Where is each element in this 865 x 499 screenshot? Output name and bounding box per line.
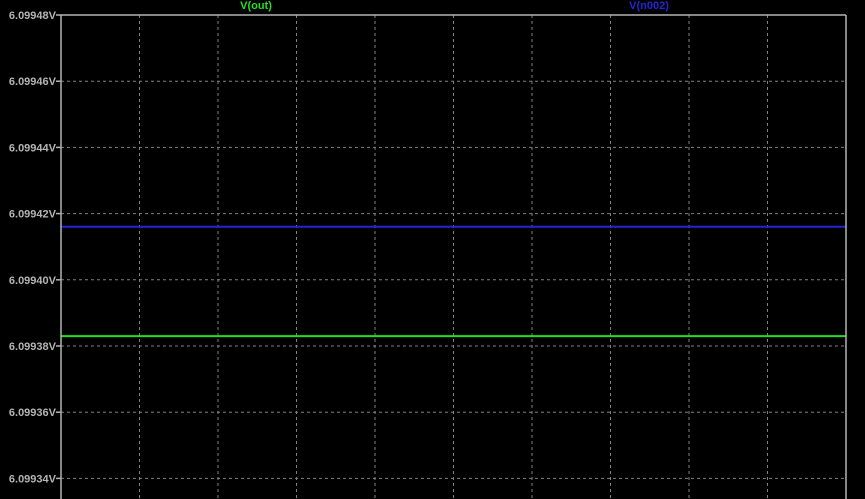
y-tick-label: 6.09942V — [9, 209, 57, 221]
legend-v-out[interactable]: V(out) — [240, 0, 272, 12]
y-tick-label: 6.09948V — [9, 10, 57, 22]
waveform-plot[interactable]: 6.09948V 6.09946V 6.09944V 6.09942V 6.09940V… — [0, 0, 865, 499]
grid — [61, 15, 846, 499]
y-tick-label: 6.09944V — [9, 142, 57, 154]
legend: V(out) V(n002) — [240, 0, 669, 12]
y-tick-label: 6.09946V — [9, 76, 57, 88]
y-tick-label: 6.09938V — [9, 341, 57, 353]
y-tick-label: 6.09936V — [9, 407, 57, 419]
y-tick-label: 6.09934V — [9, 473, 57, 485]
y-tick-label: 6.09940V — [9, 275, 57, 287]
legend-v-n002[interactable]: V(n002) — [629, 0, 669, 12]
y-axis-ticks: 6.09948V 6.09946V 6.09944V 6.09942V 6.09940V… — [9, 10, 61, 485]
